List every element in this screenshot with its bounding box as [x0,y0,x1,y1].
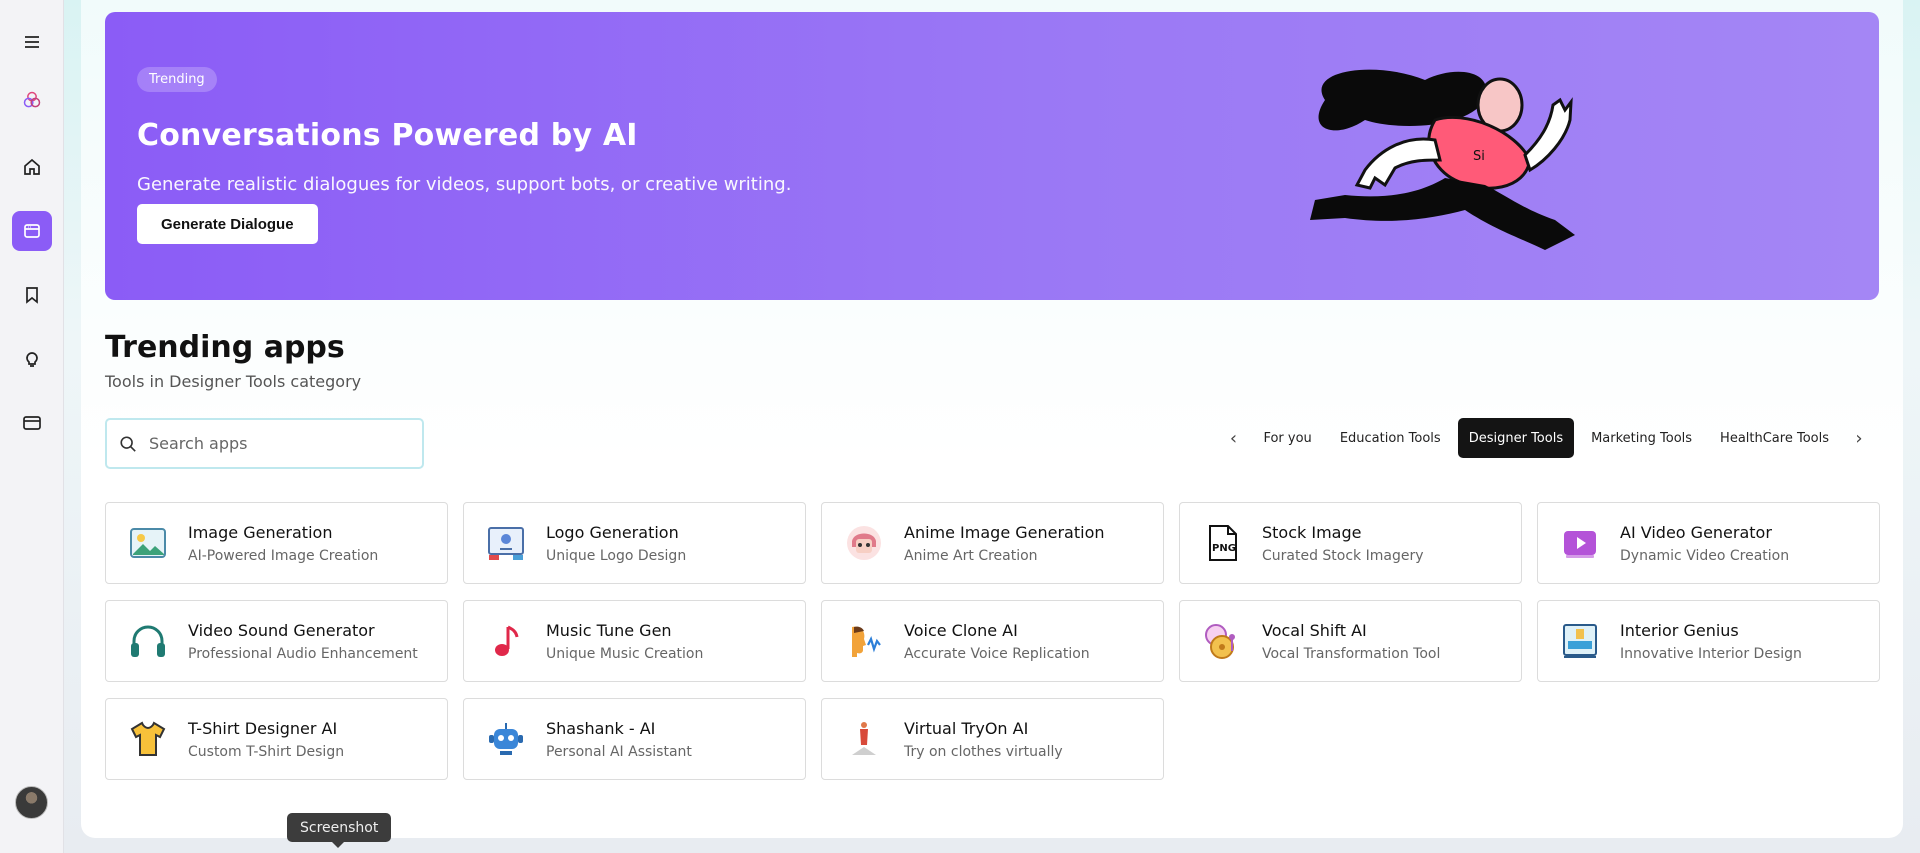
tab-healthcare-tools[interactable]: HealthCare Tools [1709,418,1840,458]
generate-dialogue-button[interactable]: Generate Dialogue [137,204,318,244]
mannequin-icon [842,717,886,761]
chevron-left-icon[interactable]: ‹ [1220,418,1246,458]
app-desc: Personal AI Assistant [546,743,692,760]
app-card-stock-image[interactable]: PNG Stock Image Curated Stock Imagery [1179,502,1522,584]
app-desc: Accurate Voice Replication [904,645,1090,662]
app-title: Virtual TryOn AI [904,718,1029,738]
app-desc: Vocal Transformation Tool [1262,645,1441,662]
app-desc: Unique Logo Design [546,547,687,564]
app-desc: Curated Stock Imagery [1262,547,1424,564]
apps-icon[interactable] [12,211,52,251]
svg-text:PNG: PNG [1212,543,1236,554]
trending-badge: Trending [137,67,217,92]
tshirt-icon [126,717,170,761]
app-card-video-sound-generator[interactable]: Video Sound Generator Professional Audio … [105,600,448,682]
anime-icon [842,521,886,565]
interior-icon [1558,619,1602,663]
app-title: Image Generation [188,522,333,542]
tab-for-you[interactable]: For you [1252,418,1322,458]
app-card-virtual-tryon-ai[interactable]: Virtual TryOn AI Try on clothes virtually [821,698,1164,780]
shirt-text: Si [1473,149,1485,164]
png-file-icon: PNG [1200,521,1244,565]
tab-designer-tools[interactable]: Designer Tools [1457,418,1575,458]
app-desc: Anime Art Creation [904,547,1038,564]
robot-icon [484,717,528,761]
app-desc: Professional Audio Enhancement [188,645,418,662]
app-card-image-generation[interactable]: Image Generation AI-Powered Image Creatio… [105,502,448,584]
app-title: Music Tune Gen [546,620,672,640]
home-icon[interactable] [12,147,52,187]
app-card-logo-generation[interactable]: Logo Generation Unique Logo Design [463,502,806,584]
voice-icon [842,619,886,663]
headphones-icon [126,619,170,663]
tab-education-tools[interactable]: Education Tools [1329,418,1452,458]
search-input[interactable] [149,434,389,453]
app-card-music-tune-gen[interactable]: Music Tune Gen Unique Music Creation [463,600,806,682]
apps-grid: Image Generation AI-Powered Image Creatio… [105,502,1880,780]
app-card-vocal-shift-ai[interactable]: Vocal Shift AI Vocal Transformation Tool [1179,600,1522,682]
app-card-voice-clone-ai[interactable]: Voice Clone AI Accurate Voice Replication [821,600,1164,682]
app-desc: Custom T-Shirt Design [188,743,345,760]
sidebar [0,0,64,853]
app-desc: Try on clothes virtually [904,743,1063,760]
section-title: Trending apps [105,330,345,365]
app-card-shashank-ai[interactable]: Shashank - AI Personal AI Assistant [463,698,806,780]
app-title: Interior Genius [1620,620,1739,640]
vocal-shift-icon [1200,619,1244,663]
app-card-ai-video-generator[interactable]: AI Video Generator Dynamic Video Creation [1537,502,1880,584]
lightbulb-icon[interactable] [12,339,52,379]
video-icon [1558,521,1602,565]
screenshot-tooltip: Screenshot [287,813,392,848]
logo-icon[interactable] [12,80,52,120]
app-card-t-shirt-designer-ai[interactable]: T-Shirt Designer AI Custom T-Shirt Design [105,698,448,780]
menu-icon[interactable] [12,22,52,62]
app-card-interior-genius[interactable]: Interior Genius Innovative Interior Desig… [1537,600,1880,682]
bookmark-icon[interactable] [12,275,52,315]
chevron-right-icon[interactable]: › [1846,418,1872,458]
app-title: Stock Image [1262,522,1362,542]
app-desc: Unique Music Creation [546,645,704,662]
app-title: Anime Image Generation [904,522,1105,542]
app-title: Voice Clone AI [904,620,1018,640]
avatar[interactable] [15,786,48,819]
app-desc: Innovative Interior Design [1620,645,1802,662]
app-title: Video Sound Generator [188,620,375,640]
app-desc: AI-Powered Image Creation [188,547,379,564]
section-subtitle: Tools in Designer Tools category [105,372,362,391]
logo-design-icon [484,521,528,565]
app-title: Vocal Shift AI [1262,620,1367,640]
music-note-icon [484,619,528,663]
app-title: Logo Generation [546,522,679,542]
tab-marketing-tools[interactable]: Marketing Tools [1580,418,1703,458]
search-box[interactable] [105,418,424,469]
app-title: AI Video Generator [1620,522,1772,542]
hero-banner: Trending Conversations Powered by AI Gen… [105,12,1879,300]
category-tabs: ‹ For you Education Tools Designer Tools… [1220,418,1872,458]
app-desc: Dynamic Video Creation [1620,547,1790,564]
hero-subtitle: Generate realistic dialogues for videos,… [137,174,792,195]
app-title: Shashank - AI [546,718,656,738]
image-icon [126,521,170,565]
running-person-illustration: Si [1310,69,1575,250]
card-icon[interactable] [12,403,52,443]
app-title: T-Shirt Designer AI [188,718,338,738]
app-card-anime-image-generation[interactable]: Anime Image Generation Anime Art Creation [821,502,1164,584]
search-icon [120,435,136,452]
hero-title: Conversations Powered by AI [137,118,638,153]
